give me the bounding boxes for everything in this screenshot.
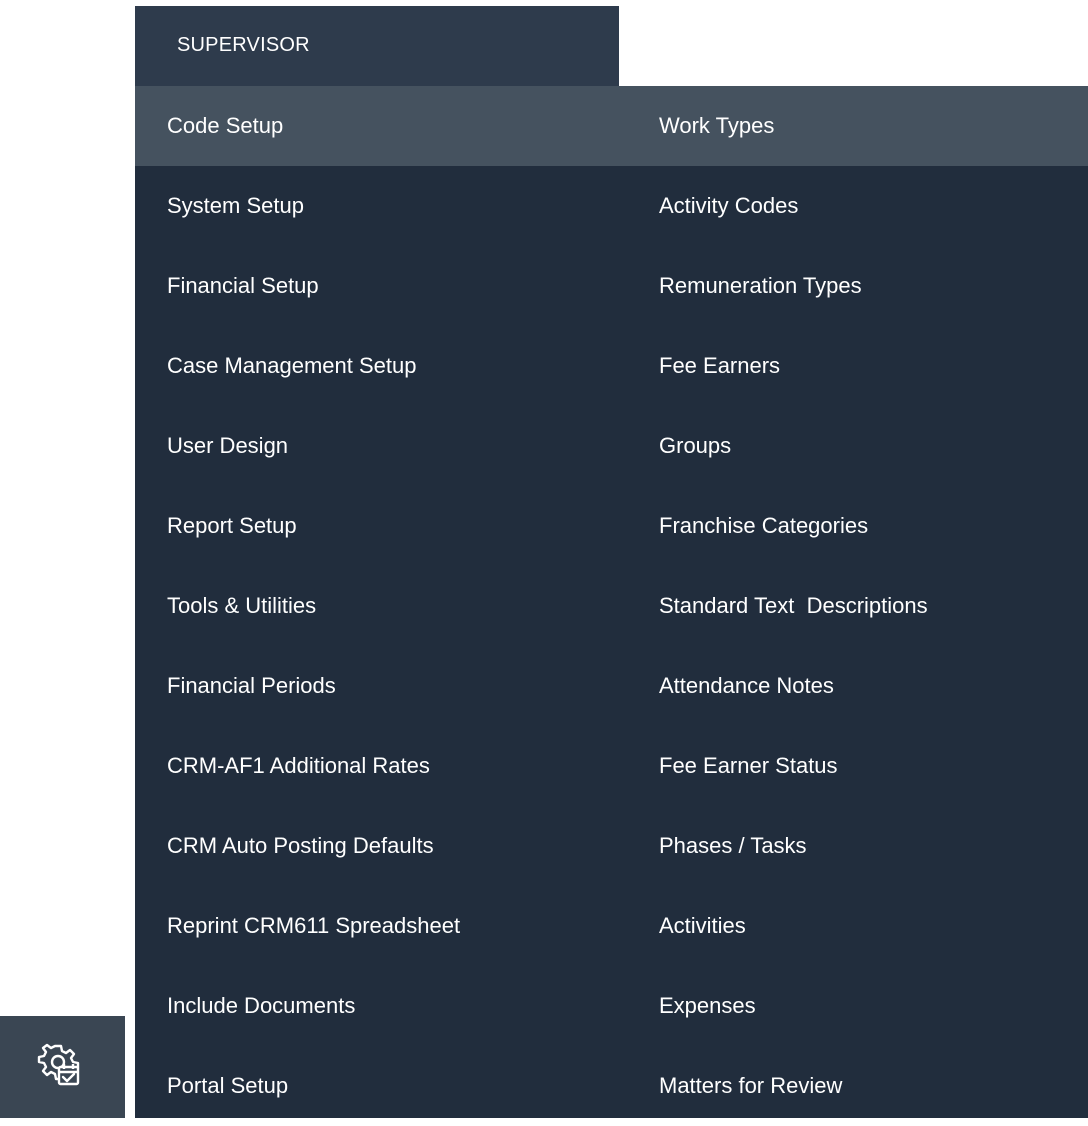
menu-item-case-management-setup[interactable]: Case Management Setup (167, 326, 417, 406)
submenu-item-fee-earner-status[interactable]: Fee Earner Status (659, 726, 838, 806)
menu-item-code-setup[interactable]: Code Setup (167, 86, 283, 166)
menu-row-crm-auto-posting-defaults: CRM Auto Posting Defaults Phases / Tasks (135, 806, 1088, 886)
menu-row-case-management-setup: Case Management Setup Fee Earners (135, 326, 1088, 406)
supervisor-menu-panel: SUPERVISOR Code Setup Work Types System … (125, 6, 1088, 1118)
menu-body: Code Setup Work Types System Setup Activ… (135, 86, 1088, 1118)
supervisor-header-label: SUPERVISOR (177, 34, 310, 56)
submenu-item-matters-for-review[interactable]: Matters for Review (659, 1046, 842, 1126)
menu-row-portal-setup: Portal Setup Matters for Review (135, 1046, 1088, 1126)
menu-item-financial-setup[interactable]: Financial Setup (167, 246, 319, 326)
submenu-item-activities[interactable]: Activities (659, 886, 746, 966)
menu-item-tools-utilities[interactable]: Tools & Utilities (167, 566, 316, 646)
menu-row-system-setup: System Setup Activity Codes (135, 166, 1088, 246)
submenu-item-groups[interactable]: Groups (659, 406, 731, 486)
menu-row-user-design: User Design Groups (135, 406, 1088, 486)
menu-item-user-design[interactable]: User Design (167, 406, 288, 486)
menu-item-reprint-crm611-spreadsheet[interactable]: Reprint CRM611 Spreadsheet (167, 886, 460, 966)
menu-item-include-documents[interactable]: Include Documents (167, 966, 355, 1046)
menu-row-financial-setup: Financial Setup Remuneration Types (135, 246, 1088, 326)
submenu-item-work-types[interactable]: Work Types (659, 86, 774, 166)
menu-item-crm-auto-posting-defaults[interactable]: CRM Auto Posting Defaults (167, 806, 434, 886)
menu-row-crm-af1-additional-rates: CRM-AF1 Additional Rates Fee Earner Stat… (135, 726, 1088, 806)
settings-gear-calendar-icon[interactable] (37, 1043, 81, 1087)
menu-item-financial-periods[interactable]: Financial Periods (167, 646, 336, 726)
submenu-item-fee-earners[interactable]: Fee Earners (659, 326, 780, 406)
menu-row-financial-periods: Financial Periods Attendance Notes (135, 646, 1088, 726)
menu-row-report-setup: Report Setup Franchise Categories (135, 486, 1088, 566)
submenu-item-remuneration-types[interactable]: Remuneration Types (659, 246, 862, 326)
menu-item-portal-setup[interactable]: Portal Setup (167, 1046, 288, 1126)
menu-row-include-documents: Include Documents Expenses (135, 966, 1088, 1046)
submenu-item-standard-text-descriptions[interactable]: Standard Text Descriptions (659, 566, 928, 646)
submenu-item-phases-tasks[interactable]: Phases / Tasks (659, 806, 807, 886)
submenu-item-attendance-notes[interactable]: Attendance Notes (659, 646, 834, 726)
submenu-item-franchise-categories[interactable]: Franchise Categories (659, 486, 868, 566)
submenu-item-activity-codes[interactable]: Activity Codes (659, 166, 798, 246)
menu-row-code-setup: Code Setup Work Types (135, 86, 1088, 166)
menu-item-crm-af1-additional-rates[interactable]: CRM-AF1 Additional Rates (167, 726, 430, 806)
menu-row-tools-utilities: Tools & Utilities Standard Text Descript… (135, 566, 1088, 646)
menu-row-reprint-crm611-spreadsheet: Reprint CRM611 Spreadsheet Activities (135, 886, 1088, 966)
menu-item-report-setup[interactable]: Report Setup (167, 486, 297, 566)
supervisor-header-tab[interactable]: SUPERVISOR (135, 6, 619, 86)
submenu-item-expenses[interactable]: Expenses (659, 966, 756, 1046)
menu-item-system-setup[interactable]: System Setup (167, 166, 304, 246)
